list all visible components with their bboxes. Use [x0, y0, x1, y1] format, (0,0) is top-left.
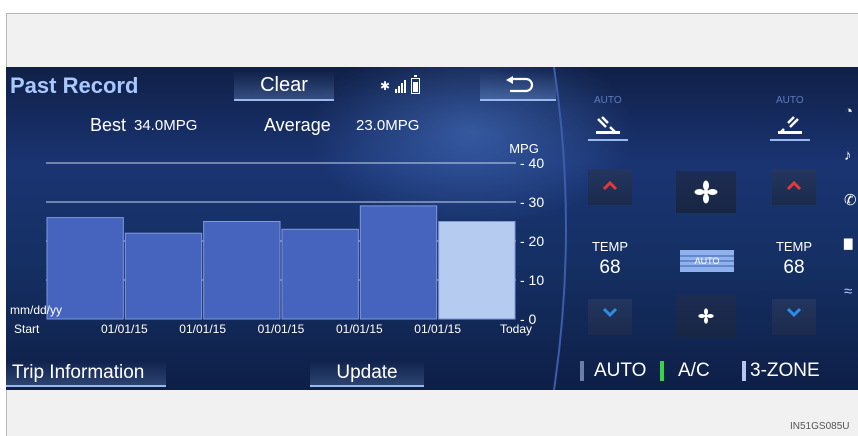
temp-up-icon [602, 180, 618, 191]
fuel-economy-chart: - 0- 10- 20- 30- 40 MPG mm/dd/yy Start 01… [10, 141, 544, 336]
auto-button-label: AUTO [594, 360, 647, 381]
temp-down-icon [786, 307, 802, 318]
trip-information-button[interactable]: Trip Information [6, 361, 166, 387]
chart-bar [359, 205, 438, 320]
climate-icon[interactable]: ≈ [844, 283, 852, 300]
left-temp-value: 68 [599, 257, 621, 278]
chart-bar [124, 232, 203, 320]
right-airflow-button[interactable] [770, 111, 810, 141]
auto-button[interactable]: AUTO [580, 357, 658, 385]
y-tick-label: - 10 [520, 272, 544, 288]
fan-speed-up-button[interactable] [676, 171, 736, 213]
left-airflow-button[interactable] [588, 111, 628, 141]
temp-up-icon [786, 180, 802, 191]
left-auto-indicator: AUTO [594, 95, 622, 106]
right-temp-up-button[interactable] [772, 169, 816, 205]
y-axis-unit-label: MPG [509, 141, 539, 156]
panel-divider [553, 67, 567, 390]
temp-down-icon [602, 307, 618, 318]
y-tick-label: - 30 [520, 194, 544, 210]
x-category-label: 01/01/15 [101, 322, 148, 336]
chart-bar-current [438, 221, 516, 320]
right-temp-down-button[interactable] [772, 299, 816, 335]
fan-level-bar: AUTO [680, 250, 734, 272]
x-category-label: 01/01/15 [179, 322, 226, 336]
y-tick-label: - 40 [520, 155, 544, 171]
right-temp-value: 68 [783, 257, 805, 278]
x-category-label: Today [500, 322, 532, 336]
image-code: IN51GS085U [790, 421, 850, 432]
chart-icon[interactable]: ▇ [844, 237, 852, 250]
music-icon[interactable]: ♪ [844, 147, 852, 164]
left-temp-up-button[interactable] [588, 169, 632, 205]
airflow-mode-icon [778, 116, 802, 134]
chart-bar [281, 228, 359, 320]
fan-speed-down-button[interactable] [676, 295, 736, 337]
x-category-label: 01/01/15 [336, 322, 383, 336]
ac-button-label: A/C [678, 360, 710, 381]
left-temp-down-button[interactable] [588, 299, 632, 335]
left-temp-label: TEMP [591, 239, 629, 254]
chart-bar [203, 221, 281, 320]
right-auto-indicator: AUTO [776, 95, 804, 106]
fan-auto-label: AUTO [695, 256, 720, 266]
side-menu: ◔ ♪ ✆ ▇ ≈ [840, 67, 858, 390]
gauge-icon[interactable]: ◔ [844, 103, 853, 120]
three-zone-indicator [742, 361, 746, 381]
right-temp-label: TEMP [775, 239, 813, 254]
update-button[interactable]: Update [310, 361, 424, 387]
three-zone-button-label: 3-ZONE [750, 360, 820, 381]
date-format-label: mm/dd/yy [10, 303, 62, 317]
auto-indicator [580, 361, 584, 381]
ac-button[interactable]: A/C [660, 357, 738, 385]
x-category-label: 01/01/15 [414, 322, 461, 336]
y-tick-label: - 20 [520, 233, 544, 249]
x-category-label: 01/01/15 [258, 322, 305, 336]
three-zone-button[interactable]: 3-ZONE [742, 357, 826, 385]
phone-icon[interactable]: ✆ [844, 191, 857, 209]
fan-small-icon [698, 308, 714, 324]
ac-indicator [660, 361, 664, 381]
infotainment-screen: Past Record Clear ✱ Best 34.0MPG Average… [6, 67, 858, 390]
airflow-mode-icon [596, 116, 620, 134]
x-category-label: Start [14, 322, 40, 336]
fan-icon [694, 180, 718, 204]
